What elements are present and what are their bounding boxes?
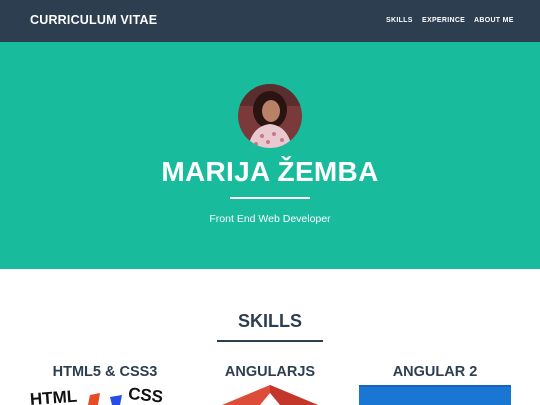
hero-subtitle: Front End Web Developer	[209, 213, 331, 225]
skills-divider	[217, 340, 323, 342]
skill-title-angular2: ANGULAR 2	[392, 364, 478, 380]
angular2-logo	[359, 385, 511, 405]
skill-title-html-css: HTML5 & CSS3	[52, 364, 158, 380]
nav-link-skills[interactable]: SKILLS	[386, 17, 413, 24]
navbar: CURRICULUM VITAE SKILLS EXPERINCE ABOUT …	[0, 0, 540, 42]
nav-link-about-me[interactable]: ABOUT ME	[474, 17, 514, 24]
html-logo-text: HTML	[29, 387, 77, 405]
nav-link-experince[interactable]: EXPERINCE	[422, 17, 465, 24]
html-css-logo: HTML CSS	[28, 385, 178, 405]
brand-link[interactable]: CURRICULUM VITAE	[30, 13, 157, 27]
hero-name: MARIJA ŽEMBA	[161, 156, 379, 187]
css-logo-text: CSS	[127, 385, 164, 405]
skills-section-title: SKILLS	[237, 311, 302, 331]
angularjs-logo	[222, 385, 318, 405]
hero-divider	[230, 197, 310, 199]
profile-avatar	[238, 84, 302, 148]
skill-title-angularjs: ANGULARJS	[224, 364, 316, 380]
